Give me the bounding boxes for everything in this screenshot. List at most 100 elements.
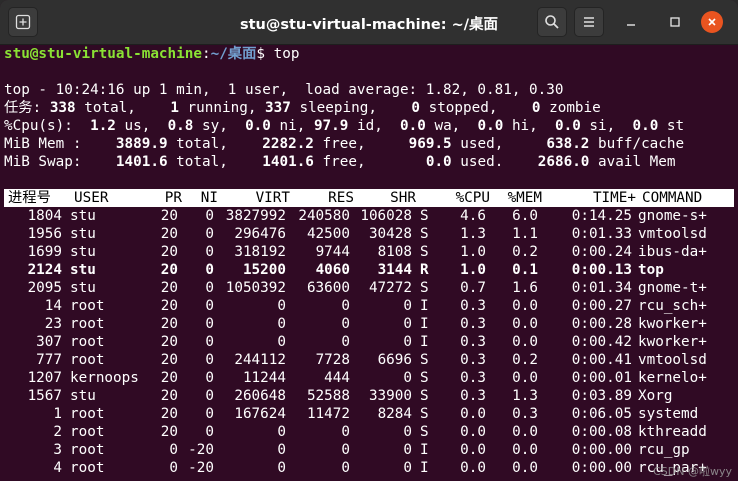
- cell-virt: 318192: [234, 244, 286, 260]
- col-header-time: TIME+: [592, 190, 636, 206]
- cell-user: stu: [70, 226, 96, 242]
- cell-virt: 11244: [242, 370, 286, 386]
- cell-res: 11472: [306, 406, 350, 422]
- search-button[interactable]: [537, 7, 567, 37]
- cell-virt: 0: [277, 316, 286, 332]
- cell-res: 42500: [306, 226, 350, 242]
- cell-pid: 1956: [27, 226, 62, 242]
- cpu-id: 97.9: [313, 118, 349, 134]
- terminal-output[interactable]: stu@stu-virtual-machine:~/桌面$ top top - …: [0, 44, 738, 481]
- cell-state: S: [420, 424, 429, 440]
- mem-label: MiB Mem :: [4, 136, 82, 152]
- tasks-stopped: 0: [411, 100, 420, 116]
- cell-mem: 0.0: [512, 370, 538, 386]
- tasks-zombie: 0: [531, 100, 541, 116]
- cell-shr: 30428: [368, 226, 412, 242]
- cell-mem: 1.3: [512, 388, 538, 404]
- cell-ni: 0: [205, 298, 214, 314]
- cell-pr: 0: [169, 442, 178, 458]
- cell-mem: 0.2: [512, 352, 538, 368]
- maximize-button[interactable]: [664, 11, 686, 33]
- cell-mem: 0.3: [512, 406, 538, 422]
- cell-mem: 0.1: [512, 262, 538, 278]
- process-row: 2095 stu 20 0 1050392 63600 47272 S 0.7 1.6 0:01.3…: [4, 279, 734, 297]
- cell-ni: 0: [205, 424, 214, 440]
- process-row: 1804 stu 20 0 3827992 240580 106028 S 4.6 6.0 0:14…: [4, 207, 734, 225]
- tasks-total-label: total,: [75, 100, 136, 116]
- close-button[interactable]: [701, 11, 723, 33]
- col-header-cpu: %CPU: [455, 190, 490, 206]
- cell-shr: 47272: [368, 280, 412, 296]
- cell-pid: 307: [36, 334, 62, 350]
- cell-state: R: [420, 262, 429, 278]
- cell-res: 0: [341, 334, 350, 350]
- cell-res: 444: [324, 370, 350, 386]
- cell-res: 0: [341, 424, 350, 440]
- cell-pr: 20: [160, 334, 178, 350]
- process-row: 2124 stu 20 0 15200 4060 3144 R 1.0 0.1 0:00.13 top: [4, 261, 734, 279]
- title-bar[interactable]: stu@stu-virtual-machine: ~/桌面: [0, 0, 738, 45]
- cell-user: root: [70, 460, 105, 476]
- process-row: 1 root 20 0 167624 11472 8284 S 0.0 0.3 0:06.05 sys…: [4, 405, 734, 423]
- tasks-running: 1: [170, 100, 179, 116]
- cell-pid: 2095: [27, 280, 62, 296]
- cell-virt: 260648: [234, 388, 286, 404]
- col-header-shr: SHR: [390, 190, 416, 206]
- process-table-header: 进程号 USER PR NI VIRT RES SHR %CPU %MEM TI…: [4, 189, 734, 207]
- cell-user: root: [70, 352, 105, 368]
- cell-command: vmtoolsd: [638, 226, 707, 242]
- cell-shr: 0: [403, 370, 412, 386]
- cell-pr: 20: [160, 298, 178, 314]
- process-row: 14 root 20 0 0 0 0 I 0.3 0.0 0:00.27 rcu_sch+: [4, 297, 734, 315]
- process-row: 23 root 20 0 0 0 0 I 0.3 0.0 0:00.28 kworker+: [4, 315, 734, 333]
- cell-command: systemd: [638, 406, 699, 422]
- cell-shr: 0: [403, 334, 412, 350]
- cell-time: 0:00.24: [571, 244, 632, 260]
- cell-time: 0:01.33: [571, 226, 632, 242]
- cell-pr: 20: [160, 226, 178, 242]
- cell-ni: 0: [205, 280, 214, 296]
- cell-res: 9744: [315, 244, 350, 260]
- cell-command: kernelo+: [638, 370, 707, 386]
- cell-virt: 244112: [234, 352, 286, 368]
- cell-command: kworker+: [638, 316, 707, 332]
- cell-cpu: 0.0: [460, 442, 486, 458]
- cell-user: stu: [70, 262, 96, 278]
- prompt-symbol: $: [256, 46, 266, 62]
- cell-cpu: 0.7: [460, 280, 486, 296]
- cpu-si-label: si,: [580, 118, 616, 134]
- cell-pr: 20: [160, 352, 178, 368]
- cpu-hi-label: hi,: [503, 118, 538, 134]
- cell-state: S: [420, 388, 429, 404]
- cell-pr: 20: [160, 370, 178, 386]
- cell-ni: 0: [205, 316, 214, 332]
- cell-ni: 0: [205, 388, 214, 404]
- mem-total: 3889.9: [115, 136, 168, 152]
- swap-avail: 2686.0: [537, 154, 590, 170]
- cell-time: 0:00.01: [571, 370, 632, 386]
- menu-button[interactable]: [574, 7, 604, 37]
- cell-pid: 2: [53, 424, 62, 440]
- terminal-window: stu@stu-virtual-machine: ~/桌面 stu@stu-vi…: [0, 0, 738, 481]
- swap-total-label: total,: [167, 154, 228, 170]
- cell-time: 0:00.13: [571, 262, 632, 278]
- tasks-running-label: running,: [178, 100, 257, 116]
- minimize-button[interactable]: [620, 11, 642, 33]
- cell-user: stu: [70, 208, 96, 224]
- cell-shr: 0: [403, 316, 412, 332]
- swap-total: 1401.6: [115, 154, 168, 170]
- swap-avail-label: avail Mem: [589, 154, 676, 170]
- swap-free-label: free,: [313, 154, 366, 170]
- cell-mem: 1.1: [512, 226, 538, 242]
- cell-time: 0:00.00: [571, 442, 632, 458]
- cell-virt: 1050392: [225, 280, 286, 296]
- cell-state: I: [420, 298, 429, 314]
- cell-shr: 3144: [377, 262, 412, 278]
- cell-mem: 0.0: [512, 298, 538, 314]
- cell-time: 0:00.08: [571, 424, 632, 440]
- cell-ni: -20: [188, 460, 214, 476]
- cell-shr: 33900: [368, 388, 412, 404]
- cell-user: kernoops: [70, 370, 139, 386]
- mem-line: MiB Mem : 3889.9 total, 2282.2 free, 969…: [4, 135, 684, 153]
- cell-pid: 1: [53, 406, 62, 422]
